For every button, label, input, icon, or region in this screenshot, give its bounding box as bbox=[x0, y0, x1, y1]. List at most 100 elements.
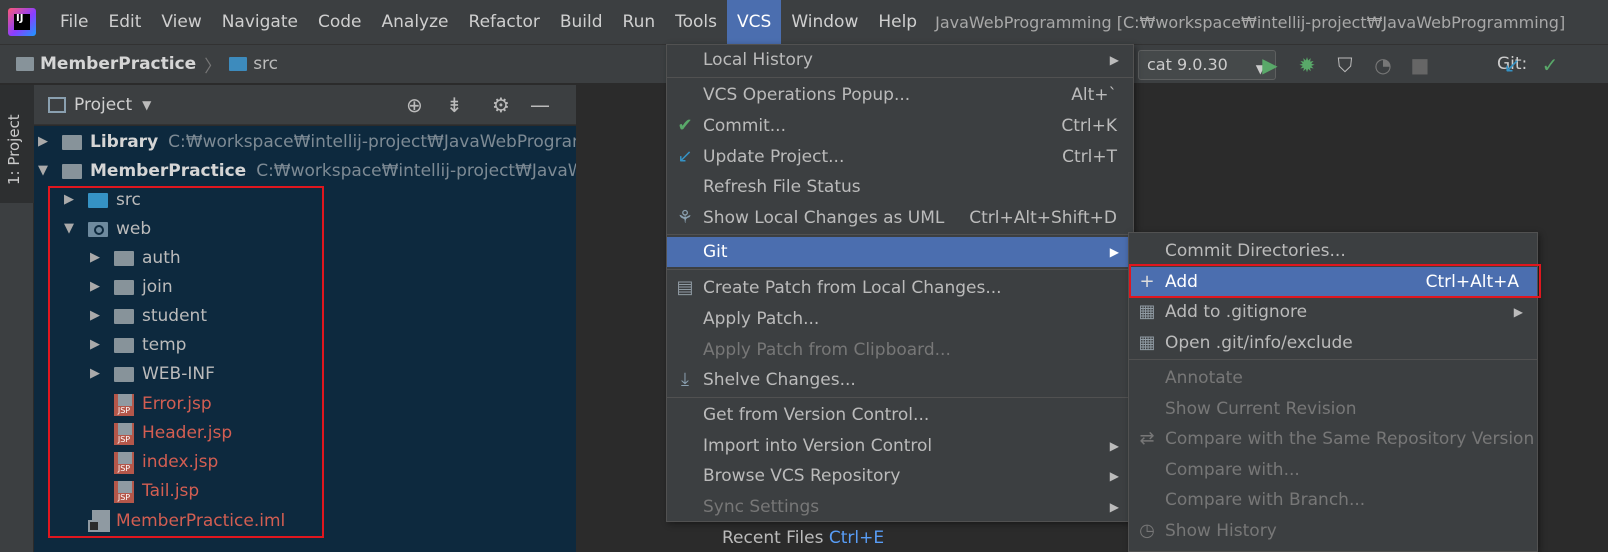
vcs-menu-operations-popup[interactable]: VCS Operations Popup... Alt+` bbox=[667, 80, 1133, 110]
tree-row-library[interactable]: ▶ Library C:₩workspace₩intellij-project₩J… bbox=[34, 127, 576, 157]
vcs-menu-create-patch[interactable]: ▤ Create Patch from Local Changes... bbox=[667, 273, 1133, 303]
menu-separator bbox=[667, 269, 1133, 270]
git-menu-annotate[interactable]: Annotate bbox=[1129, 363, 1537, 393]
vcs-menu-browse-vcs-repository[interactable]: Browse VCS Repository ▶ bbox=[667, 461, 1133, 491]
menu-item-label: Import into Version Control bbox=[703, 436, 933, 456]
menu-item-shortcut: Ctrl+Alt+Shift+D bbox=[969, 208, 1117, 228]
git-menu-compare-with-branch[interactable]: Compare with Branch... bbox=[1129, 485, 1537, 515]
git-menu-commit-directories[interactable]: Commit Directories... bbox=[1129, 236, 1537, 266]
check-icon: ✔ bbox=[677, 115, 693, 136]
breadcrumb-item-project[interactable]: MemberPractice bbox=[40, 54, 196, 74]
menu-item-label: Show Current Revision bbox=[1165, 399, 1357, 419]
menu-help[interactable]: Help bbox=[868, 0, 927, 44]
expand-arrow-icon[interactable]: ▶ bbox=[88, 243, 102, 273]
chevron-down-icon[interactable]: ▼ bbox=[142, 98, 151, 112]
menu-item-label: Open .git/info/exclude bbox=[1165, 333, 1353, 353]
tree-row-error-jsp[interactable]: JSP Error.jsp bbox=[34, 389, 576, 419]
menu-tools[interactable]: Tools bbox=[665, 0, 727, 44]
tree-row-index-jsp[interactable]: JSP index.jsp bbox=[34, 447, 576, 477]
project-panel-title[interactable]: Project bbox=[74, 95, 132, 115]
collapse-icon[interactable]: ⇟ bbox=[446, 93, 463, 117]
tree-row-header-jsp[interactable]: JSP Header.jsp bbox=[34, 418, 576, 448]
folder-icon bbox=[114, 309, 134, 324]
menu-view[interactable]: View bbox=[151, 0, 211, 44]
tree-row-memberpractice-iml[interactable]: MemberPractice.iml bbox=[34, 506, 576, 536]
vcs-menu-get-from-vcs[interactable]: Get from Version Control... bbox=[667, 400, 1133, 430]
tree-row-auth[interactable]: ▶ auth bbox=[34, 243, 576, 273]
main-menu-bar: IJ File Edit View Navigate Code Analyze … bbox=[0, 0, 1608, 44]
menu-item-label: Show Local Changes as UML bbox=[703, 208, 945, 228]
menu-item-label: Add to .gitignore bbox=[1165, 302, 1308, 322]
vcs-menu-show-local-changes-uml[interactable]: ⚘ Show Local Changes as UML Ctrl+Alt+Shi… bbox=[667, 203, 1133, 233]
vcs-menu-import-into-vcs[interactable]: Import into Version Control ▶ bbox=[667, 431, 1133, 461]
menu-navigate[interactable]: Navigate bbox=[212, 0, 308, 44]
collapse-arrow-icon[interactable]: ▼ bbox=[62, 214, 76, 244]
run-icon[interactable]: ▶ bbox=[1258, 53, 1282, 77]
expand-arrow-icon[interactable]: ▶ bbox=[88, 272, 102, 302]
git-menu-add-to-gitignore[interactable]: ▦ Add to .gitignore ▶ bbox=[1129, 297, 1537, 327]
git-menu-show-history[interactable]: ◷ Show History bbox=[1129, 516, 1537, 546]
git-menu-compare-with[interactable]: Compare with... bbox=[1129, 455, 1537, 485]
menu-separator bbox=[1129, 359, 1537, 360]
tree-row-web-inf[interactable]: ▶ WEB-INF bbox=[34, 359, 576, 389]
breadcrumb-item-src[interactable]: src bbox=[253, 54, 278, 74]
menu-code[interactable]: Code bbox=[308, 0, 372, 44]
submenu-arrow-icon: ▶ bbox=[1109, 245, 1119, 259]
tree-label: join bbox=[142, 277, 173, 297]
library-folder-icon bbox=[62, 135, 82, 150]
menu-window[interactable]: Window bbox=[781, 0, 868, 44]
gear-icon[interactable]: ⚙ bbox=[492, 93, 510, 117]
collapse-arrow-icon[interactable]: ▼ bbox=[36, 156, 50, 186]
menu-refactor[interactable]: Refactor bbox=[459, 0, 550, 44]
vcs-menu-git[interactable]: Git ▶ bbox=[667, 237, 1133, 267]
tree-row-web[interactable]: ▼ web bbox=[34, 214, 576, 244]
stop-icon[interactable]: ■ bbox=[1408, 53, 1432, 77]
menu-build[interactable]: Build bbox=[550, 0, 613, 44]
profile-icon[interactable]: ◔ bbox=[1371, 53, 1395, 77]
vcs-menu-sync-settings[interactable]: Sync Settings ▶ bbox=[667, 492, 1133, 522]
hide-icon[interactable]: — bbox=[530, 93, 550, 117]
expand-arrow-icon[interactable]: ▶ bbox=[62, 185, 76, 215]
iml-file-icon bbox=[88, 510, 110, 532]
vcs-menu-apply-patch[interactable]: Apply Patch... bbox=[667, 304, 1133, 334]
recent-files-hint: Recent Files Ctrl+E bbox=[722, 528, 884, 548]
vcs-menu-local-history[interactable]: Local History ▶ bbox=[667, 45, 1133, 75]
tree-row-src[interactable]: ▶ src bbox=[34, 185, 576, 215]
coverage-icon[interactable]: ⛉ bbox=[1333, 53, 1357, 77]
menu-item-label: Update Project... bbox=[703, 147, 845, 167]
git-update-icon[interactable]: ↙ bbox=[1500, 53, 1524, 77]
tree-row-memberpractice[interactable]: ▼ MemberPractice C:₩workspace₩intellij-pr… bbox=[34, 156, 576, 186]
menu-edit[interactable]: Edit bbox=[98, 0, 151, 44]
git-menu-add[interactable]: + Add Ctrl+Alt+A bbox=[1129, 267, 1537, 297]
git-commit-icon[interactable]: ✓ bbox=[1538, 53, 1562, 77]
vcs-menu-commit[interactable]: ✔ Commit... Ctrl+K bbox=[667, 111, 1133, 141]
git-menu-open-exclude[interactable]: ▦ Open .git/info/exclude bbox=[1129, 328, 1537, 358]
tree-row-join[interactable]: ▶ join bbox=[34, 272, 576, 302]
submenu-arrow-icon: ▶ bbox=[1513, 305, 1523, 319]
expand-arrow-icon[interactable]: ▶ bbox=[88, 359, 102, 389]
menu-analyze[interactable]: Analyze bbox=[372, 0, 459, 44]
jsp-file-icon: JSP bbox=[114, 423, 134, 445]
debug-icon[interactable]: ✹ bbox=[1295, 53, 1319, 77]
git-menu-show-current-revision[interactable]: Show Current Revision bbox=[1129, 394, 1537, 424]
project-tool-tab[interactable]: 1: Project bbox=[0, 85, 34, 203]
tree-row-tail-jsp[interactable]: JSP Tail.jsp bbox=[34, 476, 576, 506]
vcs-menu-shelve-changes[interactable]: ⤓ Shelve Changes... bbox=[667, 365, 1133, 395]
folder-icon bbox=[114, 251, 134, 266]
locate-icon[interactable]: ⊕ bbox=[406, 93, 423, 117]
menu-item-label: Compare with... bbox=[1165, 460, 1300, 480]
menu-run[interactable]: Run bbox=[613, 0, 666, 44]
tree-row-student[interactable]: ▶ student bbox=[34, 301, 576, 331]
expand-arrow-icon[interactable]: ▶ bbox=[36, 127, 50, 157]
expand-arrow-icon[interactable]: ▶ bbox=[88, 301, 102, 331]
expand-arrow-icon[interactable]: ▶ bbox=[88, 330, 102, 360]
menu-file[interactable]: File bbox=[50, 0, 98, 44]
run-configuration-select[interactable]: cat 9.0.30 ▼ bbox=[1138, 50, 1276, 80]
project-tool-tab-label: 1: Project bbox=[5, 114, 23, 185]
tree-row-temp[interactable]: ▶ temp bbox=[34, 330, 576, 360]
menu-vcs[interactable]: VCS bbox=[727, 0, 782, 44]
vcs-menu-refresh-file-status[interactable]: Refresh File Status bbox=[667, 172, 1133, 202]
git-menu-compare-same-repo[interactable]: ⇄ Compare with the Same Repository Versi… bbox=[1129, 424, 1537, 454]
vcs-menu-update-project[interactable]: ↙ Update Project... Ctrl+T bbox=[667, 142, 1133, 172]
vcs-menu-apply-patch-clipboard[interactable]: Apply Patch from Clipboard... bbox=[667, 335, 1133, 365]
